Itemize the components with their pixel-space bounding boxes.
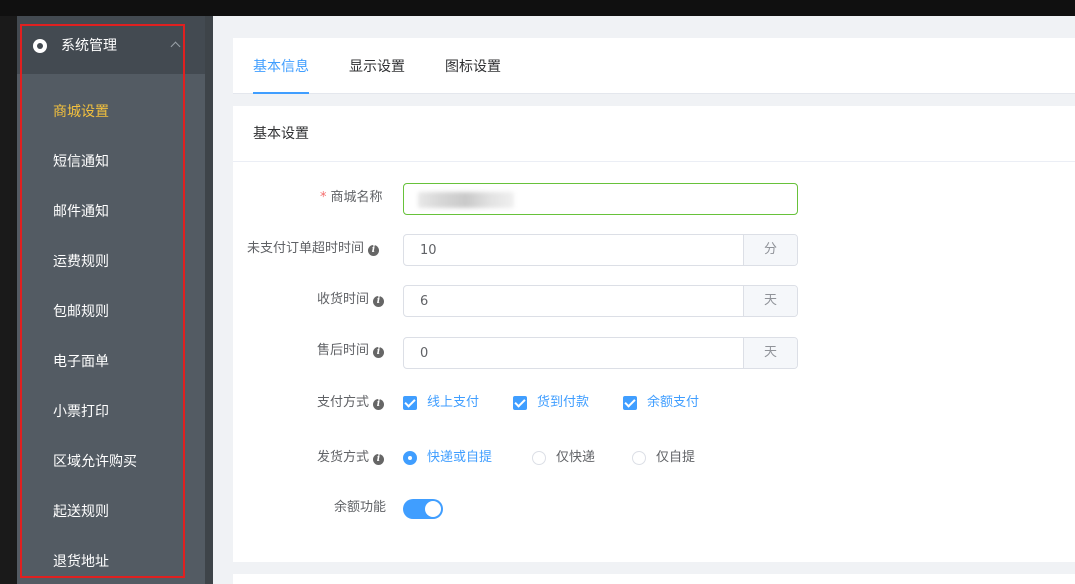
sidebar-item-email-notify[interactable]: 邮件通知 [17, 188, 182, 238]
balance-feature-label: 余额功能 [334, 500, 387, 515]
shop-name-label-text: 商城名称 [330, 190, 383, 205]
sidebar-item-label: 运费规则 [53, 254, 109, 270]
payment-method-label: 支付方式 i [317, 393, 385, 413]
tabs-bar: 基本信息 显示设置 图标设置 [233, 38, 1075, 94]
chevron-up-icon[interactable] [170, 41, 181, 52]
radio-label: 仅自提 [656, 450, 696, 465]
settings-icon [33, 39, 47, 53]
tab-icon-settings[interactable]: 图标设置 [445, 57, 501, 77]
shop-name-input[interactable] [403, 183, 798, 215]
divider [233, 161, 1075, 162]
receive-time-label-text: 收货时间 [317, 292, 370, 307]
checkbox-label: 货到付款 [537, 395, 590, 410]
tab-basic-info[interactable]: 基本信息 [253, 57, 309, 77]
basic-settings-card [233, 106, 1075, 562]
sidebar-item-label: 退货地址 [53, 554, 109, 570]
radio-empty-icon [632, 451, 646, 465]
sidebar-item-label: 包邮规则 [53, 304, 109, 320]
receive-time-input[interactable]: 6 天 [403, 285, 798, 317]
sidebar-item-label: 电子面单 [53, 354, 109, 370]
sidebar-item-return-address[interactable]: 退货地址 [17, 538, 182, 584]
sidebar-item-receipt-print[interactable]: 小票打印 [17, 388, 182, 438]
unit-minutes: 分 [743, 235, 797, 265]
sidebar-item-free-shipping[interactable]: 包邮规则 [17, 288, 182, 338]
checkbox-checked-icon [513, 396, 527, 410]
sidebar-item-label: 短信通知 [53, 154, 109, 170]
info-icon[interactable]: i [373, 347, 385, 358]
sidebar-group-header[interactable]: 系统管理 [17, 16, 205, 74]
active-tab-indicator [253, 92, 309, 94]
receive-time-value: 6 [420, 294, 429, 309]
unpaid-timeout-value: 10 [420, 243, 437, 258]
sidebar: 系统管理 商城设置 短信通知 邮件通知 运费规则 包邮规则 电子面单 小票打印 … [17, 16, 205, 584]
sidebar-item-label: 邮件通知 [53, 204, 109, 220]
unpaid-timeout-label-text: 未支付订单超时时间 [247, 241, 365, 256]
unpaid-timeout-input[interactable]: 10 分 [403, 234, 798, 266]
shop-name-label: * 商城名称 [320, 188, 383, 208]
checkbox-checked-icon [623, 396, 637, 410]
redacted-value [418, 192, 514, 208]
radio-selected-icon [403, 451, 417, 465]
sidebar-item-e-waybill[interactable]: 电子面单 [17, 338, 182, 388]
after-sale-time-value: 0 [420, 346, 429, 361]
required-mark: * [320, 190, 327, 205]
unit-days: 天 [743, 338, 797, 368]
sidebar-item-shop-settings[interactable]: 商城设置 [17, 88, 182, 138]
after-sale-time-label: 售后时间 i [317, 341, 385, 361]
delivery-method-label: 发货方式 i [317, 448, 385, 468]
unit-days: 天 [743, 286, 797, 316]
card-title: 基本设置 [253, 126, 309, 142]
sidebar-item-sms-notify[interactable]: 短信通知 [17, 138, 182, 188]
receive-time-label: 收货时间 i [317, 290, 385, 310]
info-icon[interactable]: i [373, 399, 385, 410]
sidebar-item-label: 区域允许购买 [53, 454, 137, 470]
sidebar-item-label: 起送规则 [53, 504, 109, 520]
radio-empty-icon [532, 451, 546, 465]
tab-display-settings[interactable]: 显示设置 [349, 57, 405, 77]
sidebar-edge [205, 16, 213, 584]
info-icon[interactable]: i [373, 296, 385, 307]
after-sale-time-label-text: 售后时间 [317, 343, 370, 358]
checkbox-checked-icon [403, 396, 417, 410]
payment-method-label-text: 支付方式 [317, 395, 370, 410]
sidebar-group-title: 系统管理 [61, 38, 117, 54]
sidebar-item-shipping-rules[interactable]: 运费规则 [17, 238, 182, 288]
delivery-method-label-text: 发货方式 [317, 450, 370, 465]
sidebar-item-label: 商城设置 [53, 104, 109, 120]
info-icon[interactable]: i [373, 454, 385, 465]
checkbox-label: 余额支付 [647, 395, 700, 410]
top-bar [0, 0, 1075, 16]
radio-label: 仅快递 [556, 450, 596, 465]
sidebar-item-min-delivery[interactable]: 起送规则 [17, 488, 182, 538]
checkbox-label: 线上支付 [427, 395, 480, 410]
info-icon[interactable]: i [368, 245, 380, 256]
radio-label: 快递或自提 [427, 450, 493, 465]
balance-toggle-switch[interactable] [403, 499, 443, 519]
sidebar-item-label: 小票打印 [53, 404, 109, 420]
sidebar-item-region-purchase[interactable]: 区域允许购买 [17, 438, 182, 488]
unpaid-timeout-label: 未支付订单超时时间 i [247, 239, 380, 259]
next-card [233, 574, 1075, 584]
after-sale-time-input[interactable]: 0 天 [403, 337, 798, 369]
